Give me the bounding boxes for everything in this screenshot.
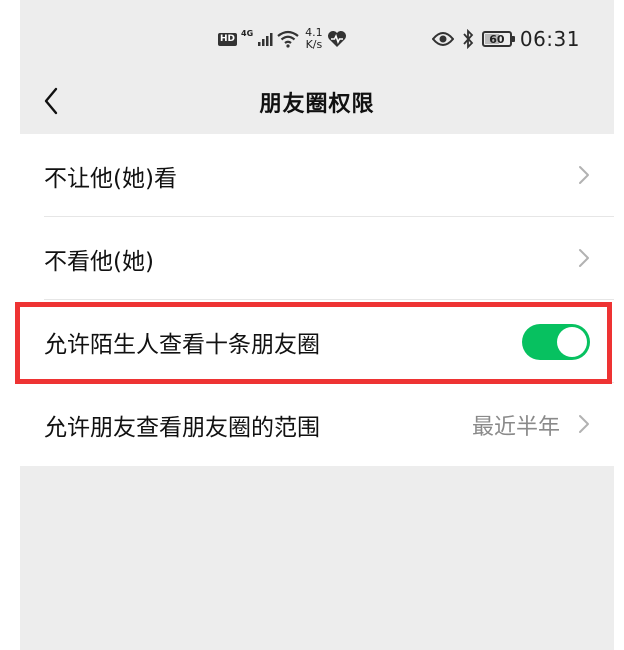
toggle-knob <box>557 327 587 357</box>
phone-screen: HD 4G 4.1 K/s 60 06:31 朋友圈权限 不让他(她)看 不看他… <box>15 0 614 650</box>
network-type-label: 4G <box>241 28 254 38</box>
heart-rate-icon <box>327 31 346 47</box>
nav-bar: 朋友圈权限 <box>20 76 614 134</box>
chevron-right-icon <box>579 166 589 184</box>
list-item-hide-their-posts[interactable]: 不看他(她) <box>20 217 614 300</box>
status-left-group: HD 4G 4.1 K/s <box>218 24 347 54</box>
page-title: 朋友圈权限 <box>259 92 375 117</box>
list-item-label: 允许陌生人查看十条朋友圈 <box>44 331 320 358</box>
cellular-signal-icon <box>258 33 273 46</box>
list-item-label: 允许朋友查看朋友圈的范围 <box>44 414 320 441</box>
battery-icon: 60 <box>481 31 515 47</box>
list-item-label: 不看他(她) <box>44 248 154 275</box>
battery-level: 60 <box>489 32 505 46</box>
list-item-visible-range[interactable]: 允许朋友查看朋友圈的范围 最近半年 <box>20 383 614 466</box>
wifi-icon <box>277 30 299 48</box>
settings-list: 不让他(她)看 不看他(她) 允许陌生人查看十条朋友圈 允许朋友查看朋友圈的范围… <box>20 134 614 466</box>
status-time: 06:31 <box>519 27 580 51</box>
network-speed: 4.1 K/s <box>305 27 323 51</box>
hd-badge: HD <box>218 32 238 46</box>
status-bar: HD 4G 4.1 K/s 60 06:31 <box>20 0 614 76</box>
list-item-label: 不让他(她)看 <box>44 165 177 192</box>
speed-unit: K/s <box>305 38 323 51</box>
chevron-right-icon <box>579 249 589 267</box>
list-item-allow-strangers-view-ten: 允许陌生人查看十条朋友圈 <box>20 300 614 383</box>
visible-range-value: 最近半年 <box>471 414 560 440</box>
eye-icon <box>431 32 454 46</box>
allow-strangers-toggle[interactable] <box>522 324 590 360</box>
chevron-right-icon <box>579 415 589 433</box>
bluetooth-icon <box>463 29 474 49</box>
list-item-hide-my-posts[interactable]: 不让他(她)看 <box>20 134 614 217</box>
status-right-group: 60 06:31 <box>431 26 580 52</box>
